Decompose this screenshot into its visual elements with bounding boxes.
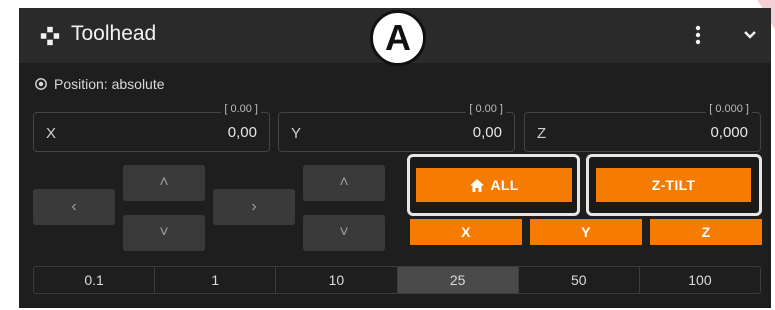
home-all-button[interactable]: ALL <box>416 168 572 202</box>
jog-y-minus-button[interactable]: ˅ <box>123 215 205 251</box>
x-position-hint: [ 0.00 ] <box>221 103 261 115</box>
x-axis-label: X <box>46 125 57 142</box>
chevron-right-icon: › <box>251 198 257 215</box>
more-vert-icon[interactable] <box>688 21 708 49</box>
move-icon <box>40 26 60 46</box>
step-option[interactable]: 50 <box>519 267 640 293</box>
z-position-value: 0,000 <box>710 124 748 141</box>
jog-z-plus-button[interactable]: ˄ <box>303 165 385 201</box>
annotation-badge: A <box>370 10 426 66</box>
jog-z-minus-button[interactable]: ˅ <box>303 215 385 251</box>
home-y-label: Y <box>581 224 591 240</box>
step-option[interactable]: 10 <box>276 267 398 293</box>
home-z-label: Z <box>701 224 711 240</box>
position-label: Position: absolute <box>54 76 165 92</box>
step-option[interactable]: 100 <box>640 267 760 293</box>
z-tilt-label: Z-TILT <box>651 177 696 193</box>
jog-y-plus-button[interactable]: ˄ <box>123 165 205 201</box>
z-position-field[interactable]: [ 0.000 ] Z 0,000 <box>524 103 761 152</box>
position-mode: Position: absolute <box>34 75 165 93</box>
home-all-label: ALL <box>490 177 519 193</box>
home-x-button[interactable]: X <box>410 219 522 245</box>
x-position-value: 0,00 <box>227 124 257 141</box>
y-axis-label: Y <box>291 125 302 142</box>
step-option[interactable]: 1 <box>155 267 277 293</box>
home-icon <box>470 178 485 192</box>
jog-x-minus-button[interactable]: ‹ <box>33 189 115 225</box>
x-position-field[interactable]: [ 0.00 ] X 0,00 <box>33 103 270 152</box>
chevron-up-icon: ˄ <box>339 174 349 191</box>
step-option[interactable]: 0.1 <box>34 267 156 293</box>
y-position-value: 0,00 <box>472 124 502 141</box>
panel-title: Toolhead <box>71 22 157 45</box>
home-z-button[interactable]: Z <box>650 219 762 245</box>
chevron-down-icon[interactable] <box>739 24 761 46</box>
y-position-field[interactable]: [ 0.00 ] Y 0,00 <box>278 103 515 152</box>
step-option-selected[interactable]: 25 <box>397 267 519 293</box>
chevron-down-icon: ˅ <box>159 224 169 241</box>
z-position-hint: [ 0.000 ] <box>706 103 752 115</box>
jog-x-plus-button[interactable]: › <box>213 189 295 225</box>
step-size-selector: 0.1 1 10 25 50 100 <box>33 266 761 294</box>
chevron-up-icon: ˄ <box>159 174 169 191</box>
y-position-hint: [ 0.00 ] <box>466 103 506 115</box>
home-y-button[interactable]: Y <box>530 219 642 245</box>
chevron-left-icon: ‹ <box>71 198 77 215</box>
z-tilt-button[interactable]: Z-TILT <box>596 168 751 202</box>
crosshair-icon <box>35 78 47 90</box>
z-axis-label: Z <box>537 125 547 142</box>
chevron-down-icon: ˅ <box>339 224 349 241</box>
home-x-label: X <box>461 224 471 240</box>
